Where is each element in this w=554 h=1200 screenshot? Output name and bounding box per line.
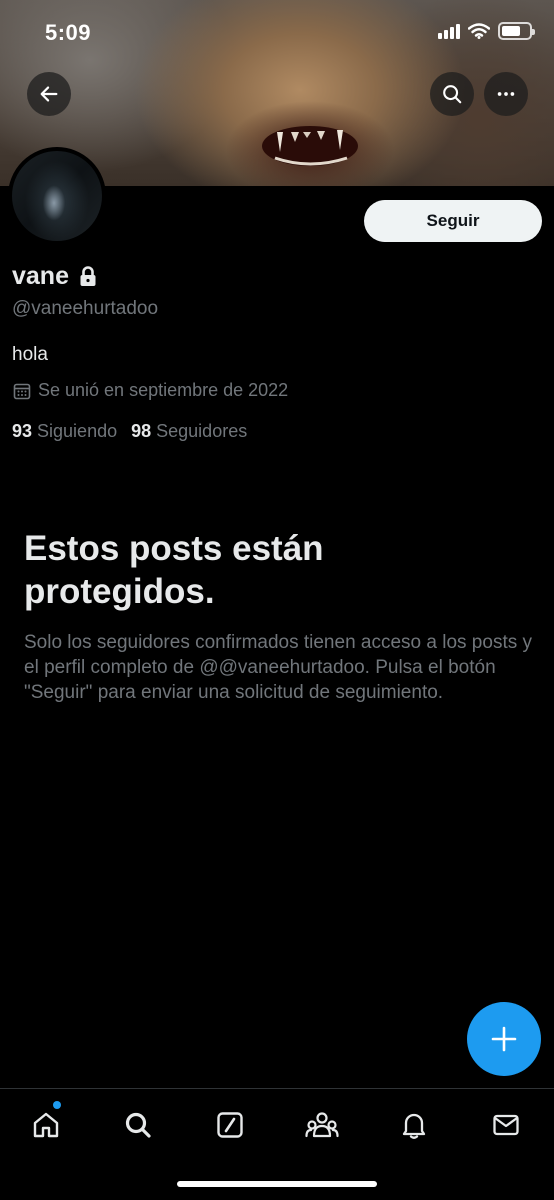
compose-post-button[interactable]: [467, 1002, 541, 1076]
nav-communities[interactable]: [302, 1105, 342, 1145]
back-button[interactable]: [27, 72, 71, 116]
status-icons: [438, 22, 535, 40]
more-options-button[interactable]: [484, 72, 528, 116]
banner-lion-cub-teeth: [262, 126, 358, 166]
avatar[interactable]: [8, 147, 106, 245]
profile-screen: 5:09 Seguir vane @vaneehurtadoo hola Se …: [0, 0, 554, 1200]
nav-notifications[interactable]: [394, 1105, 434, 1145]
home-indicator[interactable]: [177, 1181, 377, 1187]
status-time: 5:09: [45, 20, 92, 45]
communities-icon: [305, 1112, 339, 1138]
followers-count: 98: [131, 421, 152, 441]
grok-icon: [217, 1112, 243, 1138]
followers-link[interactable]: 98 Seguidores: [131, 421, 247, 442]
following-count: 93: [12, 421, 33, 441]
display-name-row: vane: [12, 262, 97, 291]
lock-icon: [80, 266, 96, 286]
follow-stats: 93 Siguiendo 98 Seguidores: [12, 421, 247, 442]
display-name: vane: [12, 262, 69, 290]
search-icon: [443, 85, 462, 104]
battery-icon: [498, 22, 535, 40]
notifications-bell-icon: [402, 1113, 426, 1139]
joined-date-row: Se unió en septiembre de 2022: [13, 380, 288, 401]
nav-search[interactable]: [118, 1105, 158, 1145]
plus-icon: [491, 1026, 517, 1052]
followers-label: Seguidores: [156, 421, 248, 441]
protected-posts-description: Solo los seguidores confirmados tienen a…: [24, 632, 532, 703]
messages-envelope-icon: [493, 1114, 519, 1136]
more-horizontal-icon: [497, 92, 515, 96]
home-icon: [33, 1112, 59, 1138]
battery-fill: [502, 26, 521, 36]
joined-date-text: Se unió en septiembre de 2022: [38, 380, 289, 400]
status-bar: 5:09: [0, 0, 554, 64]
nav-messages[interactable]: [486, 1105, 526, 1145]
home-notification-dot: [53, 1101, 61, 1109]
calendar-icon: [13, 383, 31, 399]
following-link[interactable]: 93 Siguiendo: [12, 421, 117, 442]
follow-button[interactable]: Seguir: [364, 200, 542, 242]
search-button[interactable]: [430, 72, 474, 116]
user-handle: @vaneehurtadoo: [12, 298, 159, 319]
following-label: Siguiendo: [37, 421, 118, 441]
search-icon: [125, 1112, 151, 1138]
protected-posts-title: Estos posts están protegidos.: [24, 529, 324, 611]
nav-home[interactable]: [26, 1105, 66, 1145]
arrow-left-icon: [40, 86, 58, 102]
bio-text: hola: [12, 344, 48, 365]
cellular-signal-icon: [438, 23, 460, 39]
nav-grok[interactable]: [210, 1105, 250, 1145]
wifi-icon: [468, 23, 490, 39]
